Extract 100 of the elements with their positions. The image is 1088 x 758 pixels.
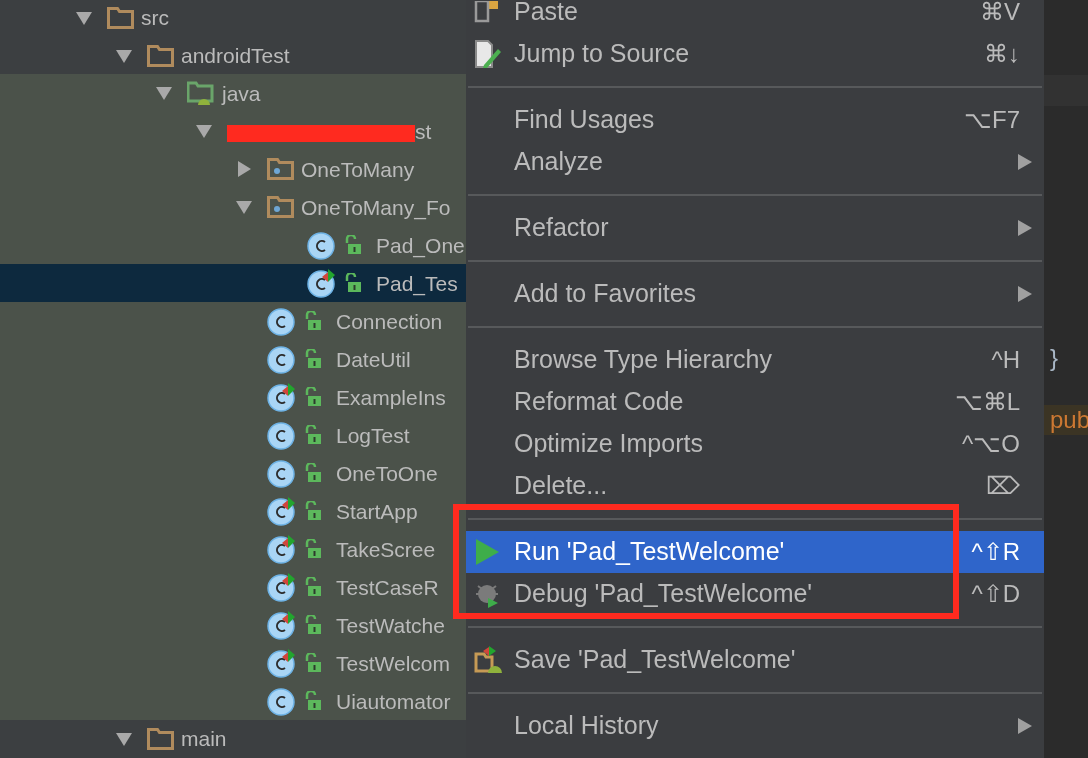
submenu-arrow-icon xyxy=(1018,154,1032,170)
menu-item[interactable]: Save 'Pad_TestWelcome' xyxy=(466,639,1044,681)
menu-item-label: Debug 'Pad_TestWelcome' xyxy=(514,578,814,610)
unlocked-icon xyxy=(304,463,322,484)
shortcut-label: ⌥F7 xyxy=(964,105,1021,135)
menu-item[interactable]: Run 'Pad_TestWelcome' ^⇧R xyxy=(466,531,1044,573)
file-name: TakeScree xyxy=(336,536,436,563)
menu-item[interactable]: Jump to Source ⌘↓ xyxy=(466,33,1044,75)
tree-item[interactable]: OneToMany_Fo xyxy=(0,188,466,227)
menu-item-label: Optimize Imports xyxy=(514,428,704,460)
folder-icon xyxy=(107,6,134,29)
shortcut-label: ⌘V xyxy=(980,0,1021,27)
menu-item-label: Find Usages xyxy=(514,104,656,136)
tree-item[interactable]: main xyxy=(0,720,466,758)
tree-item[interactable]: Uiautomator xyxy=(0,682,466,721)
file-name: TestWatche xyxy=(336,612,445,639)
file-name: Pad_Tes xyxy=(376,270,458,298)
tree-item[interactable]: OneToMany xyxy=(0,150,466,189)
file-name: Uiautomator xyxy=(336,688,451,715)
shortcut-label: ^H xyxy=(991,345,1021,375)
menu-item-label: Delete... xyxy=(514,470,609,502)
tree-item[interactable]: StartApp xyxy=(0,492,466,531)
menu-item-label: Add to Favorites xyxy=(514,278,698,310)
shortcut-label: ^⇧R xyxy=(971,537,1021,567)
unlocked-icon xyxy=(304,425,322,446)
menu-item[interactable]: Reformat Code ⌥⌘L xyxy=(466,381,1044,423)
tree-item[interactable]: TestCaseR xyxy=(0,568,466,607)
tree-item[interactable]: LogTest xyxy=(0,416,466,455)
source-folder-icon xyxy=(187,80,215,107)
menu-item[interactable]: Add to Favorites xyxy=(466,273,1044,315)
folder-icon xyxy=(147,44,174,67)
run-icon xyxy=(474,538,500,566)
file-name: Pad_One xyxy=(376,232,465,260)
code-text: } xyxy=(1049,343,1059,373)
tree-item[interactable]: ExampleIns xyxy=(0,378,466,417)
shortcut-label: ^⌥O xyxy=(962,429,1021,459)
file-name: androidTest xyxy=(181,42,290,69)
unlocked-icon xyxy=(304,577,322,598)
menu-item-label: Reformat Code xyxy=(514,386,685,418)
menu-item[interactable]: Debug 'Pad_TestWelcome' ^⇧D xyxy=(466,573,1044,615)
menu-item-label: Jump to Source xyxy=(514,38,691,70)
tree-item[interactable]: java xyxy=(0,74,466,113)
file-name: java xyxy=(222,80,261,107)
menu-item[interactable]: Find Usages ⌥F7 xyxy=(466,99,1044,141)
unlocked-icon xyxy=(304,311,322,332)
shortcut-label: ⌘↓ xyxy=(984,39,1021,69)
file-name: LogTest xyxy=(336,422,410,449)
menu-item-label: Local History xyxy=(514,710,660,742)
menu-item-label: Paste xyxy=(514,0,579,28)
tree-item[interactable]: Connection xyxy=(0,302,466,341)
file-name: st xyxy=(415,118,432,145)
file-name: TestCaseR xyxy=(336,574,439,601)
file-name: OneToMany xyxy=(301,156,415,183)
menu-item[interactable]: Browse Type Hierarchy ^H xyxy=(466,339,1044,381)
unlocked-icon xyxy=(304,501,322,522)
submenu-arrow-icon xyxy=(1018,220,1032,236)
unlocked-icon xyxy=(344,235,362,256)
file-name: main xyxy=(181,726,227,753)
file-name: src xyxy=(141,5,169,32)
unlocked-icon xyxy=(304,653,322,674)
tree-item[interactable]: TestWelcom xyxy=(0,644,466,683)
collapsed-arrow-icon[interactable] xyxy=(235,160,253,179)
menu-item[interactable]: Analyze xyxy=(466,141,1044,183)
tree-item[interactable]: Pad_Tes xyxy=(0,264,466,303)
tree-item[interactable]: st xyxy=(0,112,466,151)
menu-item-label: Run 'Pad_TestWelcome' xyxy=(514,536,786,568)
menu-item-label: Refactor xyxy=(514,212,610,244)
package-icon xyxy=(267,196,294,219)
submenu-arrow-icon xyxy=(1018,286,1032,302)
tree-item[interactable]: androidTest xyxy=(0,36,466,75)
shortcut-label: ⌥⌘L xyxy=(954,387,1021,417)
menu-item[interactable]: Optimize Imports ^⌥O xyxy=(466,423,1044,465)
tree-item[interactable]: Pad_One xyxy=(0,226,466,265)
file-name: StartApp xyxy=(336,498,418,525)
file-name: ExampleIns xyxy=(336,384,446,411)
tree-item[interactable]: DateUtil xyxy=(0,340,466,379)
menu-item[interactable]: Refactor xyxy=(466,207,1044,249)
tree-item[interactable]: TestWatche xyxy=(0,606,466,645)
tree-item[interactable]: OneToOne xyxy=(0,454,466,493)
menu-item-label: Browse Type Hierarchy xyxy=(514,344,773,376)
unlocked-icon xyxy=(344,273,362,294)
folder-icon xyxy=(147,728,174,751)
menu-item-label: Analyze xyxy=(514,146,604,178)
shortcut-label: ⌦ xyxy=(986,471,1021,501)
package-icon xyxy=(267,158,294,181)
file-name: Connection xyxy=(336,308,443,335)
document-pencil-icon xyxy=(474,39,502,69)
menu-item[interactable]: Local History xyxy=(466,705,1044,747)
file-name: DateUtil xyxy=(336,346,411,373)
shortcut-label: ^⇧D xyxy=(971,579,1021,609)
tree-item[interactable]: src xyxy=(0,0,466,37)
menu-item[interactable]: Delete... ⌦ xyxy=(466,465,1044,507)
unlocked-icon xyxy=(304,349,322,370)
clipboard-icon xyxy=(474,1,500,23)
unlocked-icon xyxy=(304,539,322,560)
unlocked-icon xyxy=(304,387,322,408)
tree-item[interactable]: TakeScree xyxy=(0,530,466,569)
file-name: OneToMany_Fo xyxy=(301,194,451,222)
unlocked-icon xyxy=(304,615,322,636)
menu-item[interactable]: Paste ⌘V xyxy=(466,0,1044,33)
